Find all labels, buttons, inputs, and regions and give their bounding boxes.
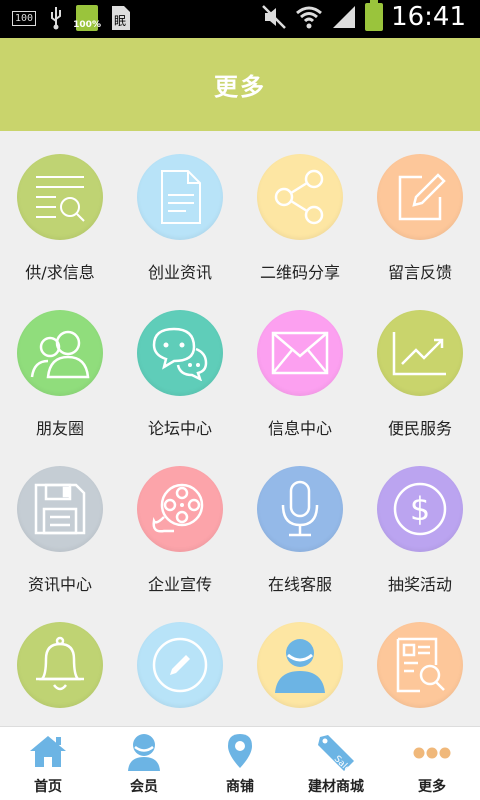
grid-item-label: 朋友圈 bbox=[35, 419, 84, 438]
sim-card-icon: 眠 bbox=[112, 6, 131, 30]
feature-grid: 供/求信息 创业资讯 二维码分享 留言反馈 朋友圈 论坛中心 信息中心 便民服务… bbox=[0, 131, 480, 726]
circle-bg bbox=[17, 154, 103, 240]
grid-item-label: 供/求信息 bbox=[25, 263, 95, 282]
save-icon bbox=[34, 483, 86, 535]
wifi-icon bbox=[296, 6, 323, 29]
battery-status-icon: 100% bbox=[73, 5, 101, 31]
nav-item-shops[interactable]: 商铺 bbox=[192, 727, 288, 800]
circle-bg bbox=[17, 466, 103, 552]
grid-item-moments[interactable]: 朋友圈 bbox=[0, 287, 120, 443]
microphone-icon bbox=[281, 480, 319, 537]
grid-item-label: 创业资讯 bbox=[147, 263, 212, 282]
sale-tag-icon: Sale bbox=[318, 735, 354, 773]
nav-label: 首页 bbox=[34, 779, 62, 795]
grid-item-label: 信息中心 bbox=[267, 419, 332, 438]
nav-item-more[interactable]: 更多 bbox=[384, 727, 480, 800]
circle-bg bbox=[17, 310, 103, 396]
grid-item-write[interactable] bbox=[120, 599, 240, 726]
search-document-icon bbox=[396, 637, 445, 693]
user-avatar-icon bbox=[275, 639, 325, 693]
grid-item-label: 二维码分享 bbox=[259, 263, 340, 282]
circle-bg bbox=[377, 622, 463, 708]
mute-icon bbox=[262, 5, 286, 29]
nav-label: 建材商城 bbox=[308, 779, 364, 795]
grid-item-profile[interactable] bbox=[240, 599, 360, 726]
circle-bg bbox=[137, 154, 223, 240]
grid-item-online-service[interactable]: 在线客服 bbox=[240, 443, 360, 599]
member-icon bbox=[128, 734, 160, 771]
grid-item-label: 抽奖活动 bbox=[387, 575, 452, 594]
status-bar: 100 100% 眠 16:41 bbox=[0, 0, 480, 38]
circle-bg bbox=[257, 622, 343, 708]
grid-item-label: 资讯中心 bbox=[27, 575, 92, 594]
edit-icon bbox=[398, 173, 446, 221]
circle-bg: $ bbox=[377, 466, 463, 552]
grid-item-convenience[interactable]: 便民服务 bbox=[360, 287, 480, 443]
grid-item-enterprise-promo[interactable]: 企业宣传 bbox=[120, 443, 240, 599]
grid-item-search-docs[interactable] bbox=[360, 599, 480, 726]
grid-item-label: 企业宣传 bbox=[147, 575, 212, 594]
battery-icon bbox=[365, 0, 384, 31]
svg-text:$: $ bbox=[410, 490, 430, 528]
bell-icon bbox=[36, 636, 84, 691]
page-title: 更多 bbox=[214, 73, 266, 101]
search-list-icon bbox=[36, 176, 85, 222]
document-icon bbox=[161, 170, 201, 224]
grid-item-lottery[interactable]: $ 抽奖活动 bbox=[360, 443, 480, 599]
share-icon bbox=[274, 169, 324, 225]
nav-label: 更多 bbox=[418, 779, 446, 795]
clock-time: 16:41 bbox=[391, 2, 466, 32]
nav-item-mall[interactable]: Sale 建材商城 bbox=[288, 727, 384, 800]
grid-item-notifications[interactable] bbox=[0, 599, 120, 726]
nav-label: 会员 bbox=[130, 779, 158, 795]
grid-item-news-center[interactable]: 资讯中心 bbox=[0, 443, 120, 599]
more-dots-icon bbox=[413, 747, 451, 759]
circle-bg bbox=[137, 622, 223, 708]
dollar-icon: $ bbox=[393, 482, 447, 536]
circle-bg bbox=[377, 310, 463, 396]
home-icon bbox=[30, 736, 66, 767]
circle-bg bbox=[377, 154, 463, 240]
grid-item-supply-demand[interactable]: 供/求信息 bbox=[0, 131, 120, 287]
grid-item-startup-news[interactable]: 创业资讯 bbox=[120, 131, 240, 287]
nav-item-home[interactable]: 首页 bbox=[0, 727, 96, 800]
trend-chart-icon bbox=[392, 332, 446, 376]
circle-bg bbox=[257, 154, 343, 240]
page-header: 更多 bbox=[0, 38, 480, 131]
circle-bg bbox=[137, 466, 223, 552]
grid-item-qrcode-share[interactable]: 二维码分享 bbox=[240, 131, 360, 287]
bottom-navigation: 首页 会员 商铺 Sale 建材商城 更多 bbox=[0, 726, 480, 800]
chat-icon bbox=[152, 327, 208, 381]
mail-icon bbox=[271, 331, 329, 375]
nav-item-member[interactable]: 会员 bbox=[96, 727, 192, 800]
circle-bg bbox=[257, 466, 343, 552]
circle-bg bbox=[17, 622, 103, 708]
location-pin-icon bbox=[228, 734, 252, 768]
signal-icon bbox=[333, 6, 356, 28]
grid-item-label: 留言反馈 bbox=[387, 263, 452, 282]
grid-item-label: 在线客服 bbox=[267, 575, 332, 594]
pencil-circle-icon bbox=[152, 637, 208, 693]
nav-label: 商铺 bbox=[226, 779, 254, 795]
circle-bg bbox=[257, 310, 343, 396]
grid-item-message-center[interactable]: 信息中心 bbox=[240, 287, 360, 443]
circle-bg bbox=[137, 310, 223, 396]
sd-card-icon: 100 bbox=[12, 10, 37, 26]
usb-icon bbox=[51, 7, 62, 30]
film-reel-icon bbox=[152, 483, 204, 533]
grid-item-feedback[interactable]: 留言反馈 bbox=[360, 131, 480, 287]
grid-item-label: 便民服务 bbox=[387, 419, 452, 438]
grid-item-label: 论坛中心 bbox=[147, 419, 212, 438]
svg-text:眠: 眠 bbox=[114, 14, 126, 28]
grid-item-forum[interactable]: 论坛中心 bbox=[120, 287, 240, 443]
friends-icon bbox=[30, 330, 90, 379]
